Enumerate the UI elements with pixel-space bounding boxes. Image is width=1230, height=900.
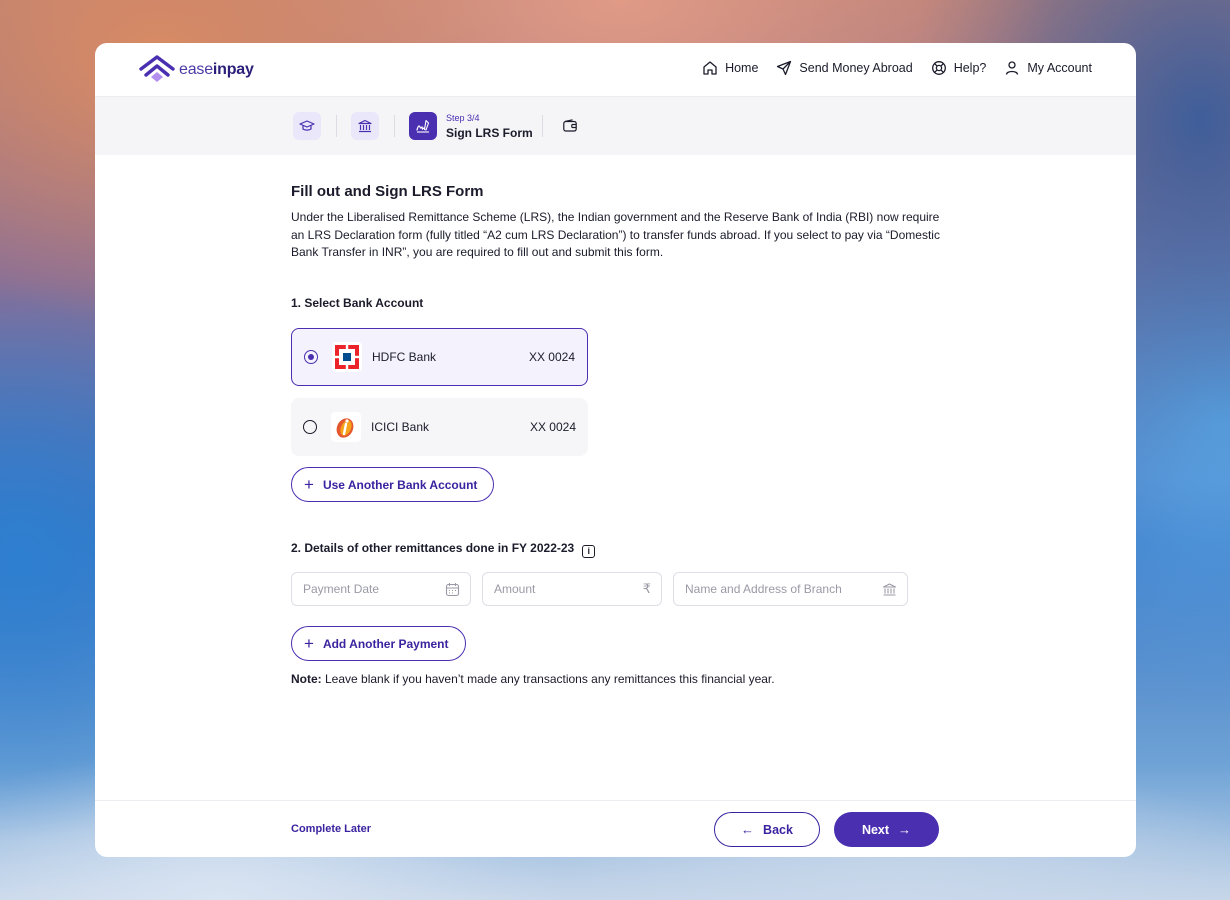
next-label: Next	[861, 822, 890, 837]
bank-account-number: XX 0024	[528, 350, 575, 364]
add-another-payment-label: Add Another Payment	[322, 636, 449, 651]
logo[interactable]: easeinpay	[139, 55, 254, 85]
graduation-cap-icon	[299, 120, 315, 131]
nav-send-money[interactable]: Send Money Abroad	[776, 60, 913, 76]
back-label: Back	[763, 822, 793, 837]
nav-my-account[interactable]: My Account	[1004, 60, 1092, 76]
rupee-icon: ₹	[642, 581, 651, 596]
info-icon[interactable]: i	[582, 544, 596, 558]
note-body: Leave blank if you haven’t made any tran…	[321, 672, 775, 686]
use-another-bank-label: Use Another Bank Account	[322, 477, 478, 492]
top-bar: easeinpay Home Send Money Abroad Help? M…	[95, 43, 1136, 97]
nav-home-label: Home	[725, 61, 759, 75]
bank-account-number: XX 0024	[529, 420, 576, 434]
radio-unselected[interactable]	[303, 420, 317, 434]
intro-text: Under the Liberalised Remittance Scheme …	[291, 210, 940, 259]
current-step: Step 3/4 Sign LRS Form	[446, 113, 533, 140]
amount-field[interactable]: Amount ₹	[482, 572, 662, 606]
hdfc-logo-icon	[332, 342, 362, 372]
user-icon	[1006, 61, 1019, 75]
complete-later-link[interactable]: Complete Later	[291, 823, 371, 835]
step-bank[interactable]	[351, 112, 379, 140]
plus-icon: +	[304, 634, 314, 653]
footer-bar: Complete Later ← Back Next →	[95, 800, 1136, 857]
use-another-bank-button[interactable]: + Use Another Bank Account	[291, 467, 495, 502]
step-title: Sign LRS Form	[446, 126, 533, 140]
page-title: Fill out and Sign LRS Form	[291, 183, 484, 200]
bank-name: HDFC Bank	[372, 350, 437, 364]
main-card: easeinpay Home Send Money Abroad Help? M…	[95, 43, 1136, 857]
nav-help[interactable]: Help?	[931, 60, 987, 76]
logo-mark-icon	[139, 55, 175, 82]
step-divider	[336, 115, 337, 137]
payment-date-placeholder: Payment Date	[303, 582, 380, 596]
note-text: Note: Leave blank if you haven’t made an…	[291, 672, 775, 686]
send-icon	[777, 60, 792, 76]
bank-building-icon	[882, 582, 897, 596]
main-nav: Home Send Money Abroad Help? My Account	[684, 60, 1092, 76]
bank-option-icici[interactable]: ICICI Bank XX 0024	[291, 398, 588, 456]
step-divider	[394, 115, 395, 137]
section-remittances-title: 2. Details of other remittances done in …	[291, 541, 596, 558]
back-button[interactable]: ← Back	[714, 812, 820, 847]
calendar-icon[interactable]	[445, 582, 460, 597]
bank-name: ICICI Bank	[371, 420, 430, 434]
step-count: Step 3/4	[446, 113, 480, 123]
step-divider	[542, 115, 543, 137]
nav-home[interactable]: Home	[702, 60, 758, 76]
add-another-payment-button[interactable]: + Add Another Payment	[291, 626, 466, 661]
arrow-left-icon: ←	[741, 822, 755, 837]
logo-text: easeinpay	[179, 61, 254, 78]
arrow-right-icon: →	[898, 822, 912, 837]
nav-send-money-label: Send Money Abroad	[799, 61, 913, 75]
branch-field[interactable]: Name and Address of Branch	[673, 572, 908, 606]
step-payment[interactable]	[556, 112, 584, 140]
amount-placeholder: Amount	[494, 582, 536, 596]
nav-my-account-label: My Account	[1027, 61, 1092, 75]
step-education[interactable]	[293, 112, 321, 140]
section-select-bank-title: 1. Select Bank Account	[291, 296, 424, 310]
branch-placeholder: Name and Address of Branch	[685, 582, 842, 596]
wallet-icon	[563, 119, 577, 132]
note-label: Note:	[291, 672, 322, 686]
payment-date-field[interactable]: Payment Date	[291, 572, 471, 606]
bank-option-hdfc[interactable]: HDFC Bank XX 0024	[291, 328, 588, 386]
nav-help-label: Help?	[953, 61, 987, 75]
step-sign-lrs[interactable]	[409, 112, 437, 140]
radio-selected[interactable]	[304, 350, 318, 364]
bank-icon	[358, 119, 372, 133]
help-icon	[931, 61, 946, 75]
signature-icon	[416, 119, 430, 133]
progress-stepper: Step 3/4 Sign LRS Form	[95, 97, 1136, 155]
icici-logo-icon	[331, 412, 361, 442]
form-intro: Fill out and Sign LRS Form Under the Lib…	[291, 183, 951, 262]
plus-icon: +	[304, 475, 314, 494]
section-remittances-label: 2. Details of other remittances done in …	[291, 541, 575, 555]
next-button[interactable]: Next →	[834, 812, 939, 847]
home-icon	[703, 61, 717, 75]
